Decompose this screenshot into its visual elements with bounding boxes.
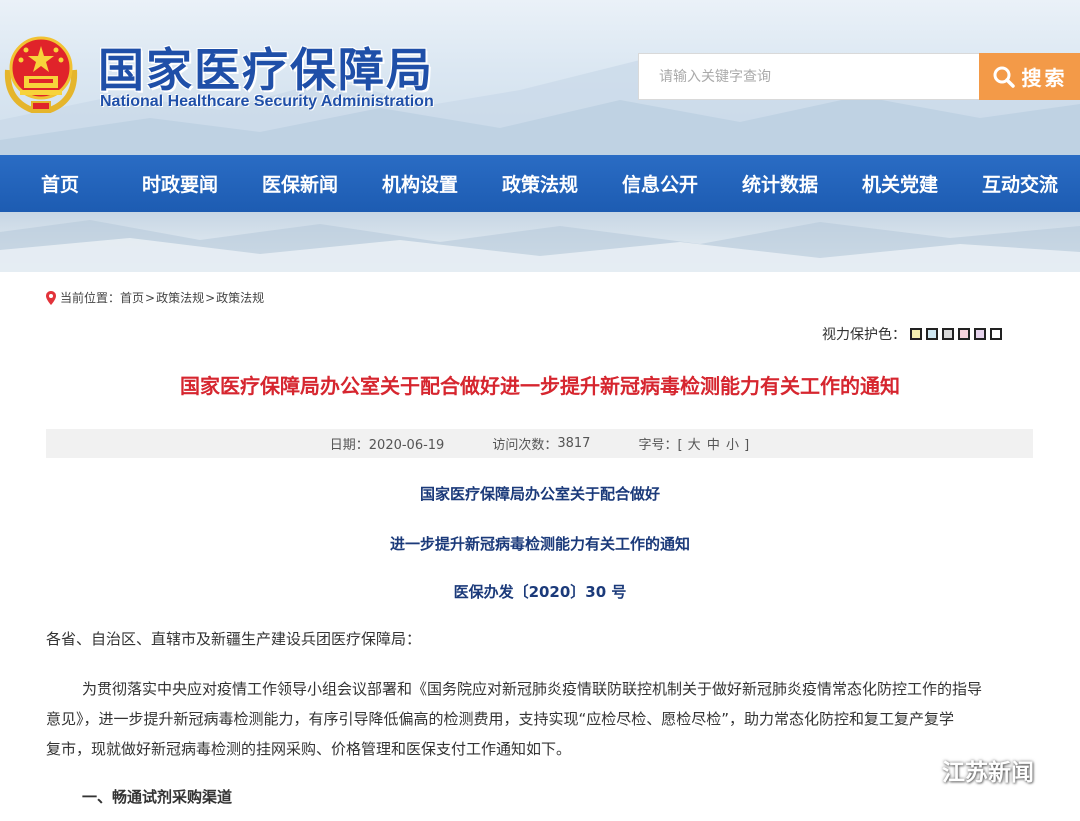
body-line-3: 复市，现就做好新冠病毒检测的挂网采购、价格管理和医保支付工作通知如下。: [46, 740, 572, 758]
search-button[interactable]: 搜索: [979, 53, 1080, 100]
nav-item-information-disclosure[interactable]: 信息公开: [600, 155, 720, 212]
vision-protection: 视力保护色：: [822, 324, 1002, 344]
swatch-white[interactable]: [990, 328, 1002, 340]
search-input[interactable]: [659, 54, 980, 99]
site-header: 国家医疗保障局 National Healthcare Security Adm…: [0, 0, 1080, 155]
nav-item-policies[interactable]: 政策法规: [480, 155, 600, 212]
body-line-2: 意见》，进一步提升新冠病毒检测能力，有序引导降低偏高的检测费用，支持实现“应检尽…: [46, 710, 955, 728]
swatch-pink[interactable]: [958, 328, 970, 340]
breadcrumb-home[interactable]: 首页: [120, 289, 144, 306]
swatch-blue[interactable]: [926, 328, 938, 340]
font-size-medium-link[interactable]: 中: [707, 438, 720, 453]
banner-band: [0, 212, 1080, 272]
nav-item-organization[interactable]: 机构设置: [360, 155, 480, 212]
nav-item-party-building[interactable]: 机关党建: [840, 155, 960, 212]
body-line-1: 为贯彻落实中央应对疫情工作领导小组会议部署和《国务院应对新冠肺炎疫情联防联控机制…: [82, 680, 983, 698]
doc-number: 医保办发〔2020〕30 号: [453, 583, 627, 601]
search-box: [638, 53, 980, 100]
doc-heading-line1: 国家医疗保障局办公室关于配合做好: [419, 485, 660, 503]
content-area: 当前位置： 首页 > 政策法规 > 政策法规 视力保护色： 国家医疗保障局办公室…: [0, 272, 1080, 821]
nav-item-home[interactable]: 首页: [0, 155, 120, 212]
visits-label: 访问次数：: [492, 438, 558, 453]
swatch-purple[interactable]: [974, 328, 986, 340]
watermark: 江苏新闻: [898, 753, 1034, 787]
site-title: 国家医疗保障局: [98, 43, 434, 97]
font-size-small-link[interactable]: 小: [726, 438, 739, 453]
breadcrumb: 当前位置： 首页 > 政策法规 > 政策法规: [46, 289, 264, 306]
breadcrumb-separator: >: [205, 290, 216, 305]
wechat-icon: [898, 755, 935, 784]
doc-heading-line2: 进一步提升新冠病毒检测能力有关工作的通知: [389, 535, 690, 553]
font-size-control: 字号：[ 大 中 小 ]: [638, 434, 749, 453]
font-size-close: ]: [744, 438, 750, 453]
nav-item-statistics[interactable]: 统计数据: [720, 155, 840, 212]
article-title: 国家医疗保障局办公室关于配合做好进一步提升新冠病毒检测能力有关工作的通知: [180, 374, 900, 398]
breadcrumb-separator: >: [145, 290, 156, 305]
nav-item-interaction[interactable]: 互动交流: [960, 155, 1080, 212]
publish-date: 日期：2020-06-19: [329, 438, 445, 453]
visits-count: 3817: [557, 436, 591, 451]
font-size-large-link[interactable]: 大: [688, 438, 701, 453]
national-emblem-icon: [4, 36, 78, 113]
site-subtitle: National Healthcare Security Administrat…: [100, 93, 434, 110]
breadcrumb-policies[interactable]: 政策法规: [156, 289, 204, 306]
nav-item-medical-insurance-news[interactable]: 医保新闻: [240, 155, 360, 212]
addressee: 各省、自治区、直辖市及新疆生产建设兵团医疗保障局：: [46, 630, 422, 648]
search-icon: [993, 66, 1015, 88]
section-heading-1: 一、畅通试剂采购渠道: [82, 788, 233, 806]
swatch-yellow[interactable]: [910, 328, 922, 340]
swatch-gray[interactable]: [942, 328, 954, 340]
search-button-label: 搜索: [1021, 66, 1068, 90]
color-swatches: [910, 328, 1002, 340]
nav-item-current-affairs[interactable]: 时政要闻: [120, 155, 240, 212]
vision-label: 视力保护色：: [822, 327, 906, 343]
main-nav: 首页 时政要闻 医保新闻 机构设置 政策法规 信息公开 统计数据 机关党建 互动…: [0, 155, 1080, 212]
breadcrumb-prefix: 当前位置：: [60, 291, 121, 305]
location-pin-icon: [46, 290, 56, 305]
watermark-text: 江苏新闻: [942, 760, 1034, 786]
banner-mountains: [0, 220, 1080, 272]
breadcrumb-policies-sub[interactable]: 政策法规: [216, 289, 264, 306]
font-size-label: 字号：[: [638, 438, 683, 453]
article-meta-bar: 日期：2020-06-19 访问次数： 3817 字号：[ 大 中 小 ]: [46, 429, 1033, 458]
